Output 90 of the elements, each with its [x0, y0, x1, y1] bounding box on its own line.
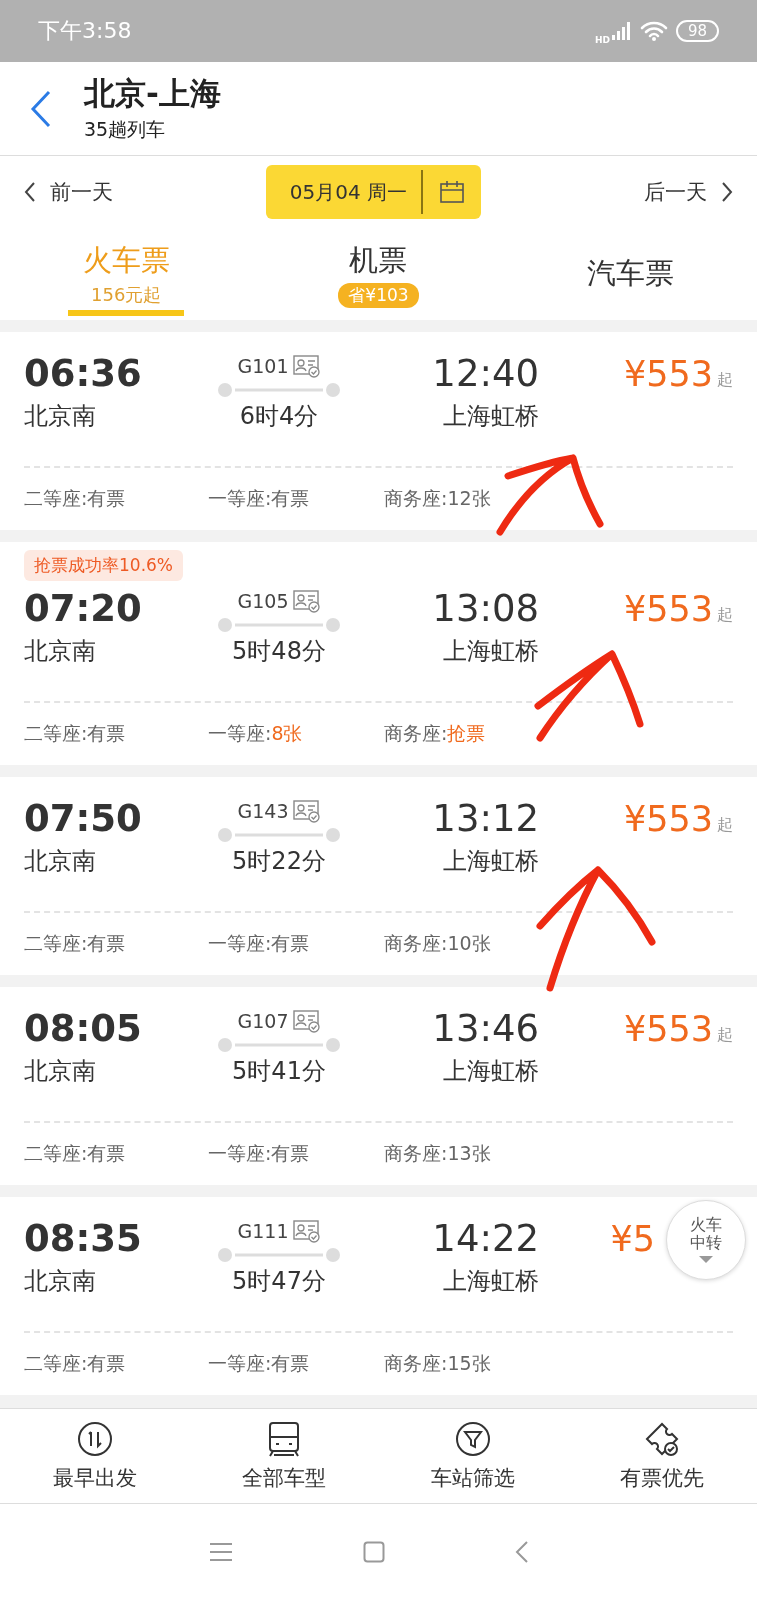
id-card-check-icon [292, 799, 321, 823]
arrival-time: 13:46 [432, 1007, 539, 1051]
departure-time: 07:20 [24, 587, 143, 631]
success-rate-badge: 抢票成功率10.6% [24, 550, 183, 581]
train-number: G105 [237, 590, 289, 612]
travel-duration: 5时47分 [232, 1266, 326, 1297]
arrival-station: 上海虹桥 [443, 636, 539, 667]
price-suffix: 起 [717, 605, 733, 626]
wifi-icon [639, 21, 668, 41]
arrival-time: 13:08 [432, 587, 539, 631]
price-suffix: 起 [717, 815, 733, 836]
train-card[interactable]: 08:05 北京南 G107 5时41分 13:46 上海虹桥 ¥553 起 二等座:有票 一等座:有票 商务座:13张 [0, 987, 757, 1185]
train-card[interactable]: 抢票成功率10.6% 07:20 北京南 G105 5时48分 13:08 上海虹桥 ¥553 起 二等座:有票 一等座:8张 商务座:抢票 [0, 542, 757, 765]
seat-availability: 二等座:有票 [24, 1141, 127, 1166]
arrival-station: 上海虹桥 [443, 401, 539, 432]
seat-availability: 一等座:有票 [208, 1351, 311, 1376]
seat-availability: 二等座:有票 [24, 931, 127, 956]
next-day-button[interactable]: 后一天 [644, 178, 733, 206]
back-icon[interactable] [514, 1540, 529, 1564]
arrival-time: 12:40 [432, 352, 539, 396]
ticket-price: ¥553 [623, 1009, 713, 1049]
departure-station: 北京南 [24, 1266, 97, 1297]
departure-time: 08:35 [24, 1217, 143, 1261]
ticket-price: ¥553 [623, 799, 713, 839]
filter-option-button[interactable]: 全部车型 [189, 1409, 379, 1503]
filter-option-button[interactable]: 车站筛选 [378, 1409, 568, 1503]
seat-availability: 商务座:13张 [384, 1141, 492, 1166]
train-count: 35趟列车 [84, 116, 167, 142]
filter-icon [454, 1420, 493, 1458]
tab[interactable]: 汽车票 [504, 228, 757, 320]
menu-icon[interactable] [208, 1542, 233, 1562]
tab[interactable]: 机票 省¥103 [252, 228, 505, 320]
id-card-check-icon [292, 1219, 321, 1243]
seat-availability: 一等座:8张 [208, 721, 304, 746]
departure-station: 北京南 [24, 636, 97, 667]
network-label: HD [594, 35, 610, 45]
travel-duration: 5时41分 [232, 1056, 326, 1087]
seat-availability: 一等座:有票 [208, 1141, 311, 1166]
train-number: G101 [237, 355, 289, 377]
departure-time: 08:05 [24, 1007, 143, 1051]
caret-icon [698, 1255, 714, 1265]
chevron-left-icon [24, 181, 36, 203]
train-card[interactable]: 07:50 北京南 G143 5时22分 13:12 上海虹桥 ¥553 起 二等座:有票 一等座:有票 商务座:10张 [0, 777, 757, 975]
filter-option-button[interactable]: 最早出发 [0, 1409, 190, 1503]
departure-station: 北京南 [24, 401, 97, 432]
route-title: 北京-上海 [84, 74, 221, 111]
train-number: G143 [237, 800, 289, 822]
sort-circle-icon [75, 1420, 114, 1458]
date-picker[interactable]: 05月04 周一 [265, 165, 482, 219]
id-card-check-icon [292, 354, 321, 378]
seat-availability: 商务座:抢票 [384, 721, 487, 746]
seat-availability: 一等座:有票 [208, 931, 311, 956]
ticket-price: ¥553 [623, 354, 713, 394]
chevron-right-icon [721, 181, 733, 203]
seat-availability: 二等座:有票 [24, 1351, 127, 1376]
travel-duration: 5时48分 [232, 636, 326, 667]
train-card[interactable]: 06:36 北京南 G101 6时4分 12:40 上海虹桥 ¥553 起 二等座:有票 一等座:有票 商务座:12张 [0, 332, 757, 530]
departure-station: 北京南 [24, 846, 97, 877]
arrival-station: 上海虹桥 [443, 846, 539, 877]
seat-availability: 商务座:12张 [384, 486, 492, 511]
status-time: 下午3:58 [38, 17, 132, 45]
ticket-price: ¥553 [623, 589, 713, 629]
previous-day-button[interactable]: 前一天 [24, 178, 113, 206]
home-icon[interactable] [362, 1541, 385, 1563]
id-card-check-icon [292, 589, 321, 613]
train-number: G107 [237, 1010, 289, 1032]
calendar-icon [439, 180, 466, 204]
seat-availability: 二等座:有票 [24, 486, 127, 511]
travel-duration: 5时22分 [232, 846, 326, 877]
arrival-station: 上海虹桥 [443, 1266, 539, 1297]
travel-duration: 6时4分 [239, 401, 319, 432]
signal-icon [611, 22, 632, 40]
seat-availability: 商务座:15张 [384, 1351, 492, 1376]
back-icon[interactable] [30, 89, 52, 128]
departure-time: 06:36 [24, 352, 143, 396]
filter-option-button[interactable]: 有票优先 [567, 1409, 757, 1503]
battery-level: 98 [675, 20, 719, 42]
arrival-time: 14:22 [432, 1217, 539, 1261]
arrival-time: 13:12 [432, 797, 539, 841]
ticket-price: ¥5 [610, 1219, 655, 1259]
price-suffix: 起 [717, 1025, 733, 1046]
departure-time: 07:50 [24, 797, 143, 841]
id-card-check-icon [292, 1009, 321, 1033]
arrival-station: 上海虹桥 [443, 1056, 539, 1087]
departure-station: 北京南 [24, 1056, 97, 1087]
seat-availability: 商务座:10张 [384, 931, 492, 956]
seat-availability: 一等座:有票 [208, 486, 311, 511]
price-suffix: 起 [717, 370, 733, 391]
train-number: G111 [237, 1220, 289, 1242]
seat-availability: 二等座:有票 [24, 721, 127, 746]
